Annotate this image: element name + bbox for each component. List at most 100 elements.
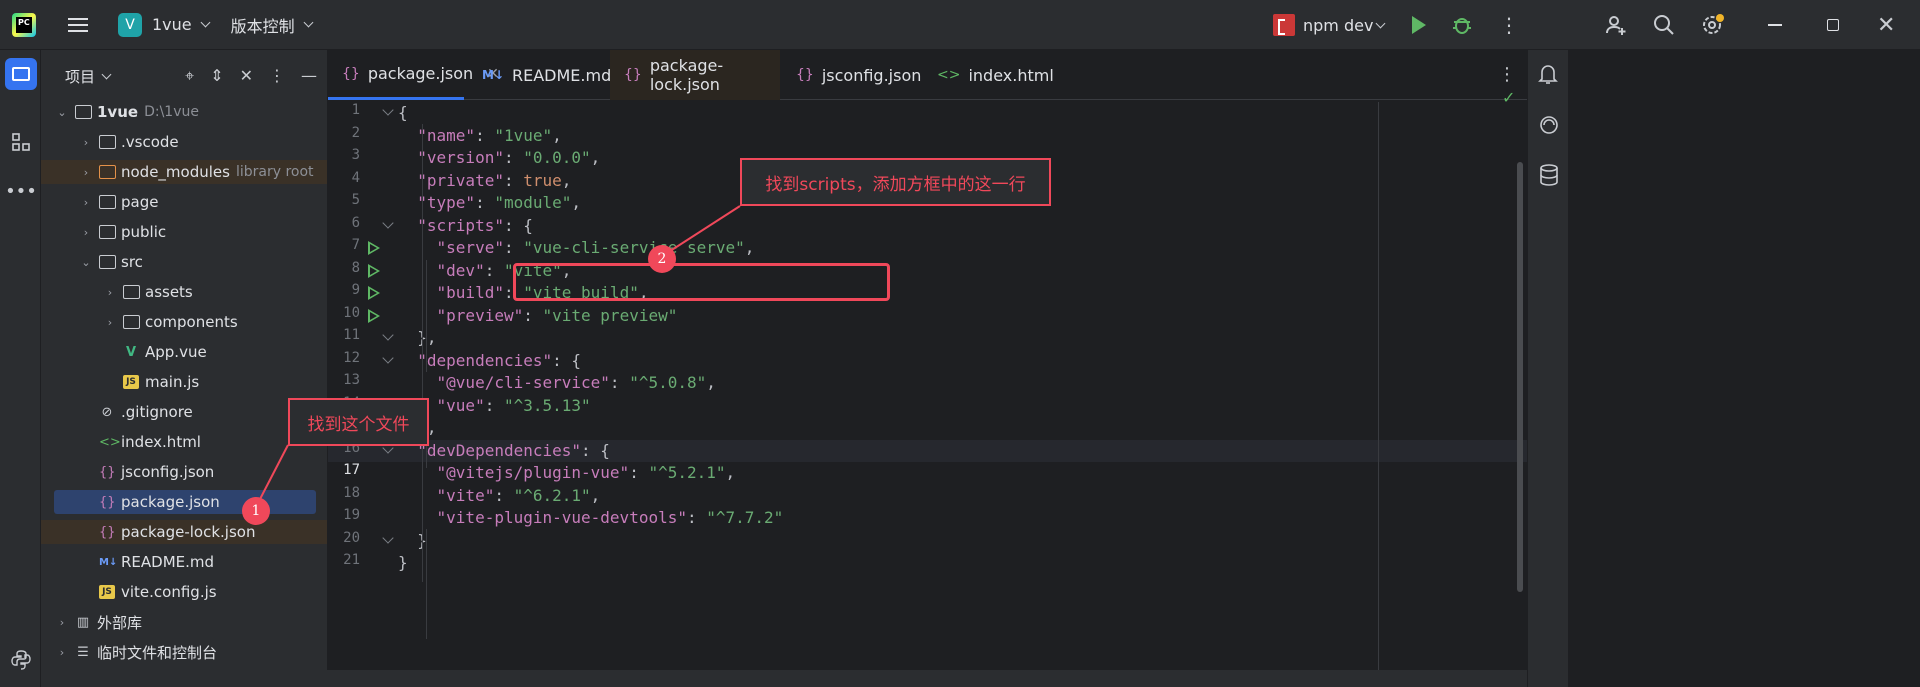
- expand-arrow-icon[interactable]: ›: [81, 226, 91, 239]
- close-window-button[interactable]: ✕: [1877, 0, 1895, 50]
- tab-label: README.md: [512, 65, 612, 85]
- more-actions-icon[interactable]: ⋮: [1499, 0, 1519, 50]
- tree-item[interactable]: › .vscode: [41, 130, 327, 154]
- tree-item[interactable]: M↓ README.md: [41, 550, 327, 574]
- tree-item[interactable]: › components: [41, 310, 327, 334]
- line-number: 13: [343, 372, 360, 388]
- tab-options-icon[interactable]: ⋮: [1498, 64, 1516, 85]
- tree-item-label: 外部库: [97, 613, 143, 632]
- js-file-icon: JS: [99, 585, 115, 599]
- add-user-icon: [1606, 16, 1626, 35]
- code-line: "@vue/cli-service": "^5.0.8",: [436, 373, 716, 392]
- line-number: 20: [343, 529, 360, 546]
- tab-package-lock-json[interactable]: {} package-lock.json: [610, 50, 780, 100]
- fold-chevron-icon[interactable]: [382, 104, 394, 116]
- expand-arrow-icon[interactable]: ›: [57, 616, 67, 629]
- tree-item[interactable]: {} jsconfig.json: [41, 460, 327, 484]
- run-config-label: npm dev: [1303, 15, 1374, 35]
- expand-arrow-icon[interactable]: ›: [57, 646, 67, 659]
- tree-item[interactable]: › public: [41, 220, 327, 244]
- minimize-window-button[interactable]: [1765, 0, 1785, 50]
- fold-chevron-icon[interactable]: [382, 351, 394, 364]
- chevron-down-icon: [200, 17, 211, 28]
- tab-label: package.json: [367, 64, 474, 83]
- tree-item-label: App.vue: [145, 343, 207, 361]
- fold-chevron-icon[interactable]: [382, 329, 394, 341]
- run-script-icon[interactable]: [368, 308, 380, 323]
- tree-item[interactable]: {} package.json: [54, 490, 316, 514]
- main-menu-icon[interactable]: [68, 17, 88, 32]
- project-tool-button[interactable]: [5, 58, 37, 90]
- run-button[interactable]: [1412, 0, 1426, 50]
- markdown-file-icon: M↓: [482, 68, 504, 82]
- tree-item-label: public: [121, 223, 167, 241]
- tree-item-label: vite.config.js: [121, 583, 217, 601]
- project-switcher[interactable]: 1vue: [152, 15, 211, 34]
- settings-button[interactable]: [1700, 0, 1726, 50]
- expand-arrow-icon[interactable]: ›: [81, 196, 91, 209]
- more-tools-icon[interactable]: •••: [5, 175, 37, 207]
- tree-item-label: main.js: [145, 373, 200, 391]
- tab-readme[interactable]: M↓ README.md: [468, 50, 612, 100]
- code-line: "type": "module",: [417, 193, 582, 212]
- code-line: "serve": "vue-cli-service serve",: [436, 238, 755, 257]
- expand-arrow-icon[interactable]: ›: [105, 316, 115, 329]
- run-script-icon[interactable]: [368, 286, 380, 300]
- expand-arrow-icon[interactable]: ⌄: [57, 106, 67, 119]
- hide-panel-icon[interactable]: —: [301, 66, 317, 86]
- folder-icon: [99, 135, 116, 149]
- tree-item[interactable]: › ☰ 临时文件和控制台: [41, 640, 327, 664]
- tree-item[interactable]: ⌄ 1vue D:\1vue: [41, 100, 327, 124]
- expand-arrow-icon[interactable]: ›: [105, 286, 115, 299]
- debug-bug-icon: [1453, 18, 1471, 34]
- pycharm-logo-icon[interactable]: PC: [12, 12, 36, 37]
- run-config-selector[interactable]: npm dev: [1273, 0, 1386, 50]
- run-script-icon[interactable]: [368, 263, 380, 278]
- tree-item[interactable]: ⊘ .gitignore: [41, 400, 327, 424]
- step-badge-1: 1: [242, 497, 270, 525]
- step-badge-2: 2: [648, 245, 676, 273]
- line-number: 6: [351, 214, 360, 231]
- locate-file-icon[interactable]: ⌖: [185, 66, 194, 86]
- tree-item[interactable]: JS main.js: [41, 370, 327, 394]
- tree-item[interactable]: › ▥ 外部库: [41, 610, 327, 634]
- add-user-button[interactable]: [1604, 0, 1628, 50]
- code-line: "scripts": {: [417, 215, 533, 235]
- run-script-icon[interactable]: [368, 241, 380, 255]
- database-button[interactable]: [1538, 163, 1560, 191]
- tree-item[interactable]: <> index.html: [41, 430, 327, 454]
- project-badge[interactable]: V: [118, 12, 142, 37]
- tab-package-json[interactable]: {} package.json ✕: [328, 50, 499, 100]
- fold-chevron-icon[interactable]: [382, 216, 394, 229]
- tab-index-html[interactable]: <> index.html: [923, 50, 1063, 100]
- collapse-all-icon[interactable]: ✕: [240, 66, 253, 86]
- tree-item-label: page: [121, 193, 159, 211]
- tab-jsconfig-json[interactable]: {} jsconfig.json: [782, 50, 922, 100]
- options-icon[interactable]: ⋮: [269, 66, 285, 86]
- debug-button[interactable]: [1451, 0, 1473, 50]
- fold-chevron-icon[interactable]: [382, 531, 394, 544]
- tree-item[interactable]: › assets: [41, 280, 327, 304]
- line-number: 3: [351, 147, 360, 163]
- restore-window-button[interactable]: [1823, 0, 1843, 50]
- tree-item-label: .gitignore: [121, 403, 193, 421]
- folder-icon: [75, 105, 92, 119]
- tree-item[interactable]: › node_modules library root: [41, 160, 327, 184]
- tree-item[interactable]: JS vite.config.js: [41, 580, 327, 604]
- expand-arrow-icon[interactable]: ›: [81, 166, 91, 179]
- tree-item[interactable]: V App.vue: [41, 340, 327, 364]
- notifications-button[interactable]: [1537, 62, 1559, 90]
- tree-item[interactable]: {} package-lock.json: [41, 520, 327, 544]
- structure-tool-button[interactable]: [5, 126, 37, 158]
- tree-item[interactable]: › page: [41, 190, 327, 214]
- tree-item-label: 1vue: [97, 103, 139, 121]
- project-panel-header[interactable]: 项目 ⌖ ⇕ ✕ ⋮ —: [41, 50, 327, 102]
- search-button[interactable]: [1652, 0, 1676, 50]
- python-console-button[interactable]: [5, 644, 37, 676]
- vcs-menu[interactable]: 版本控制: [231, 13, 314, 37]
- tree-item[interactable]: ⌄ src: [41, 250, 327, 274]
- expand-all-icon[interactable]: ⇕: [210, 66, 223, 86]
- ai-assistant-button[interactable]: [1538, 114, 1560, 140]
- expand-arrow-icon[interactable]: ›: [81, 136, 91, 149]
- expand-arrow-icon[interactable]: ⌄: [81, 256, 91, 269]
